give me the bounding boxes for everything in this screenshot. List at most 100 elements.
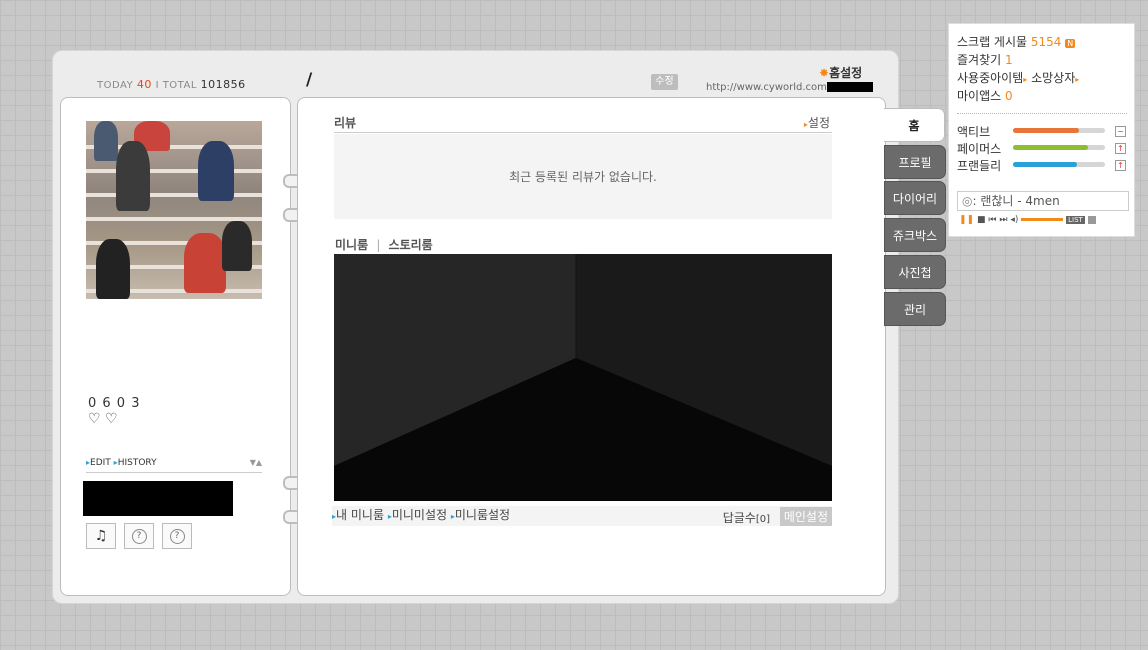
- tab-4[interactable]: 사진첩: [884, 255, 946, 289]
- mood-number: 0 6 0 3: [88, 396, 141, 411]
- stat-bar-fill: [1013, 162, 1078, 167]
- reply-count-label: 답글수: [722, 511, 756, 525]
- music-note-icon: ♫: [94, 528, 108, 544]
- scrap-row[interactable]: 스크랩 게시물 5154 N: [957, 33, 1076, 50]
- url-redacted: [826, 82, 873, 92]
- up-arrow-icon[interactable]: ↑: [1115, 143, 1126, 154]
- myapps-label: 마이앱스: [957, 89, 1002, 103]
- tab-0[interactable]: 홈: [884, 108, 945, 142]
- favorites-count: 1: [1005, 53, 1013, 67]
- tab-divider: |: [376, 238, 381, 252]
- previous-icon[interactable]: ⏮: [988, 215, 996, 225]
- review-empty-box: 최근 등록된 리뷰가 없습니다.: [334, 134, 832, 219]
- items-row: 사용중아이템▸ 소망상자▸: [957, 69, 1079, 86]
- miniroom-footer: ▸내 미니룸 ▸미니미설정 ▸미니룸설정 답글수[0] 메인설정: [332, 506, 832, 526]
- arrow-right-icon: ▸: [1023, 75, 1028, 84]
- home-setting-label: 홈설정: [829, 66, 863, 80]
- list-button[interactable]: LIST: [1066, 216, 1085, 224]
- widget-divider: [957, 113, 1127, 114]
- edit-link[interactable]: ▸EDIT: [86, 458, 111, 468]
- edit-history-bar: ▸EDIT ▸HISTORY ▼▲: [86, 458, 262, 473]
- new-badge: N: [1065, 39, 1076, 48]
- review-header: 리뷰 ▸설정: [334, 114, 832, 133]
- review-setting-link[interactable]: ▸설정: [804, 114, 830, 131]
- stat-bar-fill: [1013, 145, 1089, 150]
- mood-hearts: ♡ ♡: [88, 411, 118, 427]
- today-count: 40: [136, 78, 152, 91]
- myapps-count: 0: [1005, 89, 1013, 103]
- review-title: 리뷰: [334, 116, 357, 130]
- expand-icon[interactable]: [1087, 215, 1096, 224]
- tab-2[interactable]: 다이어리: [884, 181, 946, 215]
- stat-label: 액티브: [957, 125, 991, 139]
- myapps-row[interactable]: 마이앱스 0: [957, 87, 1013, 104]
- my-miniroom-link[interactable]: ▸내 미니룸: [332, 508, 384, 522]
- stat-label: 페이머스: [957, 142, 1002, 156]
- reply-count-value: [0]: [755, 514, 770, 525]
- disc-icon: ◎: [962, 194, 973, 208]
- title-slash: /: [306, 70, 313, 90]
- gear-icon: ✸: [819, 66, 830, 80]
- review-setting-label: 설정: [807, 116, 830, 130]
- question-icon: ?: [169, 528, 185, 544]
- tab-3[interactable]: 쥬크박스: [884, 218, 946, 252]
- arrow-right-icon: ▸: [1075, 75, 1080, 84]
- scrap-count: 5154: [1030, 35, 1062, 49]
- volume-slider[interactable]: [1021, 218, 1064, 221]
- stat-bar: [1013, 128, 1105, 133]
- miniroom-view[interactable]: [334, 254, 832, 501]
- tab-5[interactable]: 관리: [884, 292, 946, 326]
- music-button[interactable]: ♫: [86, 523, 116, 549]
- items-label: 사용중아이템: [957, 71, 1024, 85]
- status-widget: 스크랩 게시물 5154 N 즐겨찾기 1 사용중아이템▸ 소망상자▸ 마이앱스…: [948, 23, 1135, 237]
- favorites-row[interactable]: 즐겨찾기 1: [957, 51, 1013, 68]
- main-setting-button[interactable]: 메인설정: [779, 507, 832, 526]
- pause-icon[interactable]: ❚❚: [959, 215, 974, 225]
- history-label: HISTORY: [117, 458, 157, 468]
- up-arrow-icon[interactable]: ↑: [1115, 160, 1126, 171]
- edit-label: EDIT: [90, 458, 111, 468]
- visitor-counter: TODAY 40 I TOTAL 101856: [97, 78, 246, 91]
- stat-label: 프랜들리: [957, 159, 1002, 173]
- url-text: http://www.cyworld.com: [706, 82, 827, 93]
- tab-1[interactable]: 프로필: [884, 145, 946, 179]
- wishbox-link[interactable]: 소망상자▸: [1031, 71, 1079, 85]
- help-button-1[interactable]: ?: [124, 523, 154, 549]
- toggle-arrows-icon[interactable]: ▼▲: [250, 458, 262, 467]
- next-icon[interactable]: ⏭: [999, 215, 1007, 225]
- stat-bar-fill: [1013, 128, 1080, 133]
- profile-photo[interactable]: [86, 121, 262, 299]
- scrap-label: 스크랩 게시물: [957, 35, 1028, 49]
- total-label: TOTAL: [162, 80, 197, 91]
- home-setting-link[interactable]: ✸홈설정: [819, 64, 862, 81]
- tab-storyroom[interactable]: 스토리룸: [389, 238, 433, 252]
- favorites-label: 즐겨찾기: [957, 53, 1002, 67]
- question-icon: ?: [131, 528, 147, 544]
- stop-icon[interactable]: ■: [977, 215, 986, 225]
- items-link[interactable]: 사용중아이템▸: [957, 71, 1027, 85]
- help-button-2[interactable]: ?: [162, 523, 192, 549]
- miniroom-setting-label: 미니룸설정: [454, 508, 511, 522]
- homepage-url[interactable]: http://www.cyworld.com: [706, 82, 873, 93]
- edit-title-button[interactable]: 수정: [651, 74, 678, 90]
- tab-miniroom[interactable]: 미니룸: [335, 238, 368, 252]
- now-playing-title: 랜찮니 - 4men: [980, 194, 1060, 208]
- miniroom-tabs: 미니룸 | 스토리룸: [335, 236, 433, 253]
- wishbox-label: 소망상자: [1031, 71, 1076, 85]
- review-empty-message: 최근 등록된 리뷰가 없습니다.: [509, 170, 657, 184]
- reply-count: 답글수[0]: [723, 509, 770, 526]
- redacted-box: [83, 481, 233, 516]
- stat-bar: [1013, 162, 1105, 167]
- volume-icon[interactable]: ◂): [1010, 215, 1018, 225]
- player-controls: ❚❚ ■ ⏮ ⏭ ◂) LIST: [959, 215, 1129, 227]
- miniroom-setting-link[interactable]: ▸미니룸설정: [451, 508, 510, 522]
- now-playing-box[interactable]: ◎: 랜찮니 - 4men: [957, 191, 1129, 211]
- minimi-setting-link[interactable]: ▸미니미설정: [388, 508, 447, 522]
- history-link[interactable]: ▸HISTORY: [114, 458, 157, 468]
- stat-bar: [1013, 145, 1105, 150]
- total-count: 101856: [200, 78, 246, 91]
- today-label: TODAY: [97, 80, 134, 91]
- my-miniroom-label: 내 미니룸: [336, 508, 384, 522]
- counter-separator: I: [155, 80, 160, 91]
- collapse-button[interactable]: −: [1115, 126, 1126, 137]
